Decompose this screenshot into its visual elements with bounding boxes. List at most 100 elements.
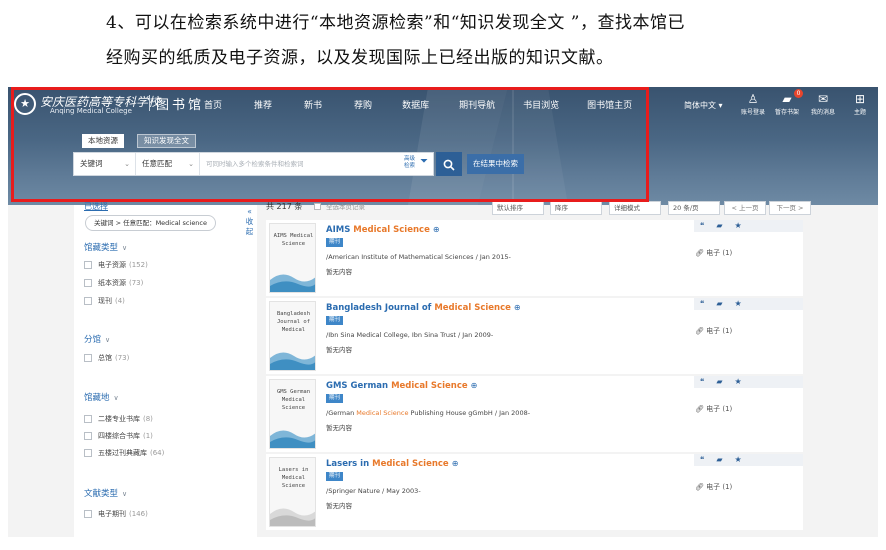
nav-journal[interactable]: 期刊导航 — [459, 98, 495, 111]
login-button[interactable]: ♙ 账号登录 — [741, 92, 765, 116]
nav-home[interactable]: 首页 — [204, 98, 222, 111]
sidebar-collapse-toggle[interactable]: «收起 — [244, 207, 255, 237]
folder-icon[interactable]: ▰ — [716, 454, 722, 466]
folder-icon[interactable]: ▰ — [716, 376, 722, 388]
checkbox[interactable] — [84, 449, 92, 457]
main-nav: 首页 推荐 新书 荐购 数据库 期刊导航 书目浏览 图书馆主页 — [204, 98, 632, 111]
result-title-link[interactable]: Lasers in Medical Science ⊕ — [326, 459, 458, 469]
facet-option[interactable]: 二楼专业书库 (8) — [84, 414, 153, 424]
result-card: GMS German Medical Science GMS German Me… — [266, 376, 803, 452]
filter-chip[interactable]: 关键词 > 任意匹配：Medical science — [85, 215, 217, 231]
order-select[interactable]: 降序 — [550, 201, 602, 215]
tab-discovery-fulltext[interactable]: 知识发现全文 — [137, 134, 196, 148]
journal-cover[interactable]: AIMS Medical Science — [269, 223, 316, 293]
facet-option[interactable]: 四楼综合书库 (1) — [84, 431, 153, 441]
search-button[interactable] — [436, 152, 462, 176]
checkbox[interactable] — [84, 297, 92, 305]
select-all-checkbox[interactable] — [314, 203, 321, 210]
zoom-icon[interactable]: ⊕ — [471, 381, 478, 390]
journal-cover[interactable]: GMS German Medical Science — [269, 379, 316, 449]
quote-icon[interactable]: ❝ — [700, 376, 704, 388]
chevron-down-icon: ∨ — [113, 394, 119, 402]
nav-database[interactable]: 数据库 — [402, 98, 429, 111]
facet-option[interactable]: 五楼过刊典藏库 (64) — [84, 448, 164, 458]
quote-icon[interactable]: ❝ — [700, 298, 704, 310]
cover-wave-graphic — [270, 508, 315, 526]
cover-wave-graphic — [270, 274, 315, 292]
instruction-line-1: 4、可以在检索系统中进行“本地资源检索”和“知识发现全文 ”，查找本馆已 — [106, 13, 685, 33]
nav-new-books[interactable]: 新书 — [304, 98, 322, 111]
result-title-link[interactable]: Bangladesh Journal of Medical Science ⊕ — [326, 303, 521, 313]
nav-browse[interactable]: 书目浏览 — [523, 98, 559, 111]
filter-icon[interactable]: ⏷ — [420, 156, 428, 167]
user-icon: ♙ — [747, 92, 759, 106]
checkbox[interactable] — [84, 432, 92, 440]
result-card: Bangladesh Journal of Medical Bangladesh… — [266, 298, 803, 374]
facet-collection-type[interactable]: 馆藏类型 ∨ — [84, 241, 127, 253]
facet-option[interactable]: 电子期刊 (146) — [84, 509, 148, 519]
library-label: 图书馆 — [156, 98, 205, 113]
quote-icon[interactable]: ❝ — [700, 454, 704, 466]
facet-location[interactable]: 馆藏地 ∨ — [84, 391, 119, 403]
advanced-search-link[interactable]: 高级检索 — [404, 156, 417, 170]
checkbox[interactable] — [84, 354, 92, 362]
link-icon: 🔗︎ — [695, 405, 707, 413]
brand-divider — [149, 95, 150, 111]
checkbox[interactable] — [84, 510, 92, 518]
field-select[interactable]: 关键词 ⌄ — [74, 153, 136, 175]
prev-page-button[interactable]: < 上一页 — [724, 201, 766, 215]
match-select[interactable]: 任意匹配 ⌄ — [136, 153, 200, 175]
folder-icon[interactable]: ▰ — [716, 220, 722, 232]
chevron-down-icon: ⌄ — [188, 160, 194, 168]
brand-name-en: Anqing Medical College — [50, 107, 132, 115]
zoom-icon[interactable]: ⊕ — [433, 225, 440, 234]
sort-select[interactable]: 默认排序 — [492, 201, 544, 215]
type-badge: 期刊 — [326, 238, 344, 247]
checkbox[interactable] — [84, 415, 92, 423]
star-icon[interactable]: ★ — [734, 298, 741, 310]
star-icon[interactable]: ★ — [734, 376, 741, 388]
nav-library-home[interactable]: 图书馆主页 — [587, 98, 632, 111]
facet-document-type[interactable]: 文献类型 ∨ — [84, 487, 127, 499]
facet-option[interactable]: 总馆 (73) — [84, 353, 129, 363]
nav-purchase[interactable]: 荐购 — [354, 98, 372, 111]
language-select[interactable]: 简体中文 ▾ — [684, 100, 723, 111]
no-content-label: 暂无内容 — [326, 346, 352, 354]
page-size-select[interactable]: 20 条/页 — [668, 201, 720, 215]
journal-cover[interactable]: Lasers in Medical Science — [269, 457, 316, 527]
tab-local-resources[interactable]: 本地资源 — [82, 134, 124, 148]
journal-cover[interactable]: Bangladesh Journal of Medical — [269, 301, 316, 371]
facet-option[interactable]: 纸本资源 (73) — [84, 278, 143, 288]
messages-button[interactable]: ✉ 我的消息 — [811, 92, 835, 116]
result-card: Lasers in Medical Science Lasers in Medi… — [266, 454, 803, 530]
checkbox[interactable] — [84, 261, 92, 269]
electronic-resource-link[interactable]: 🔗︎ 电子 (1) — [695, 326, 732, 336]
checkbox[interactable] — [84, 279, 92, 287]
star-icon[interactable]: ★ — [734, 454, 741, 466]
result-title-link[interactable]: GMS German Medical Science ⊕ — [326, 381, 477, 391]
zoom-icon[interactable]: ⊕ — [452, 459, 459, 468]
next-page-button[interactable]: 下一页 > — [769, 201, 811, 215]
search-bar: 关键词⌄ 任意匹配⌄ 高级检索 ⏷ — [73, 152, 434, 176]
result-title-link[interactable]: AIMS Medical Science ⊕ — [326, 225, 440, 235]
search-input[interactable] — [200, 153, 400, 175]
star-icon[interactable]: ★ — [734, 220, 741, 232]
bookshelf-button[interactable]: ▰ 0 暂存书架 — [775, 89, 804, 116]
bookshelf-badge: 0 — [794, 89, 804, 98]
theme-button[interactable]: ⊞ 主题 — [854, 92, 866, 116]
facet-branch[interactable]: 分馆 ∨ — [84, 333, 110, 345]
facet-option[interactable]: 现刊 (4) — [84, 296, 125, 306]
no-content-label: 暂无内容 — [326, 268, 352, 276]
view-mode-select[interactable]: 详细模式 — [609, 201, 661, 215]
zoom-icon[interactable]: ⊕ — [514, 303, 521, 312]
facet-option[interactable]: 电子资源 (152) — [84, 260, 148, 270]
nav-recommend[interactable]: 推荐 — [254, 98, 272, 111]
electronic-resource-link[interactable]: 🔗︎ 电子 (1) — [695, 482, 732, 492]
electronic-resource-link[interactable]: 🔗︎ 电子 (1) — [695, 404, 732, 414]
search-in-results-button[interactable]: 在结果中检索 — [467, 154, 524, 174]
quote-icon[interactable]: ❝ — [700, 220, 704, 232]
result-actions: ❝ ▰ ★ — [694, 454, 803, 466]
electronic-resource-link[interactable]: 🔗︎ 电子 (1) — [695, 248, 732, 258]
folder-icon[interactable]: ▰ — [716, 298, 722, 310]
result-actions: ❝ ▰ ★ — [694, 376, 803, 388]
